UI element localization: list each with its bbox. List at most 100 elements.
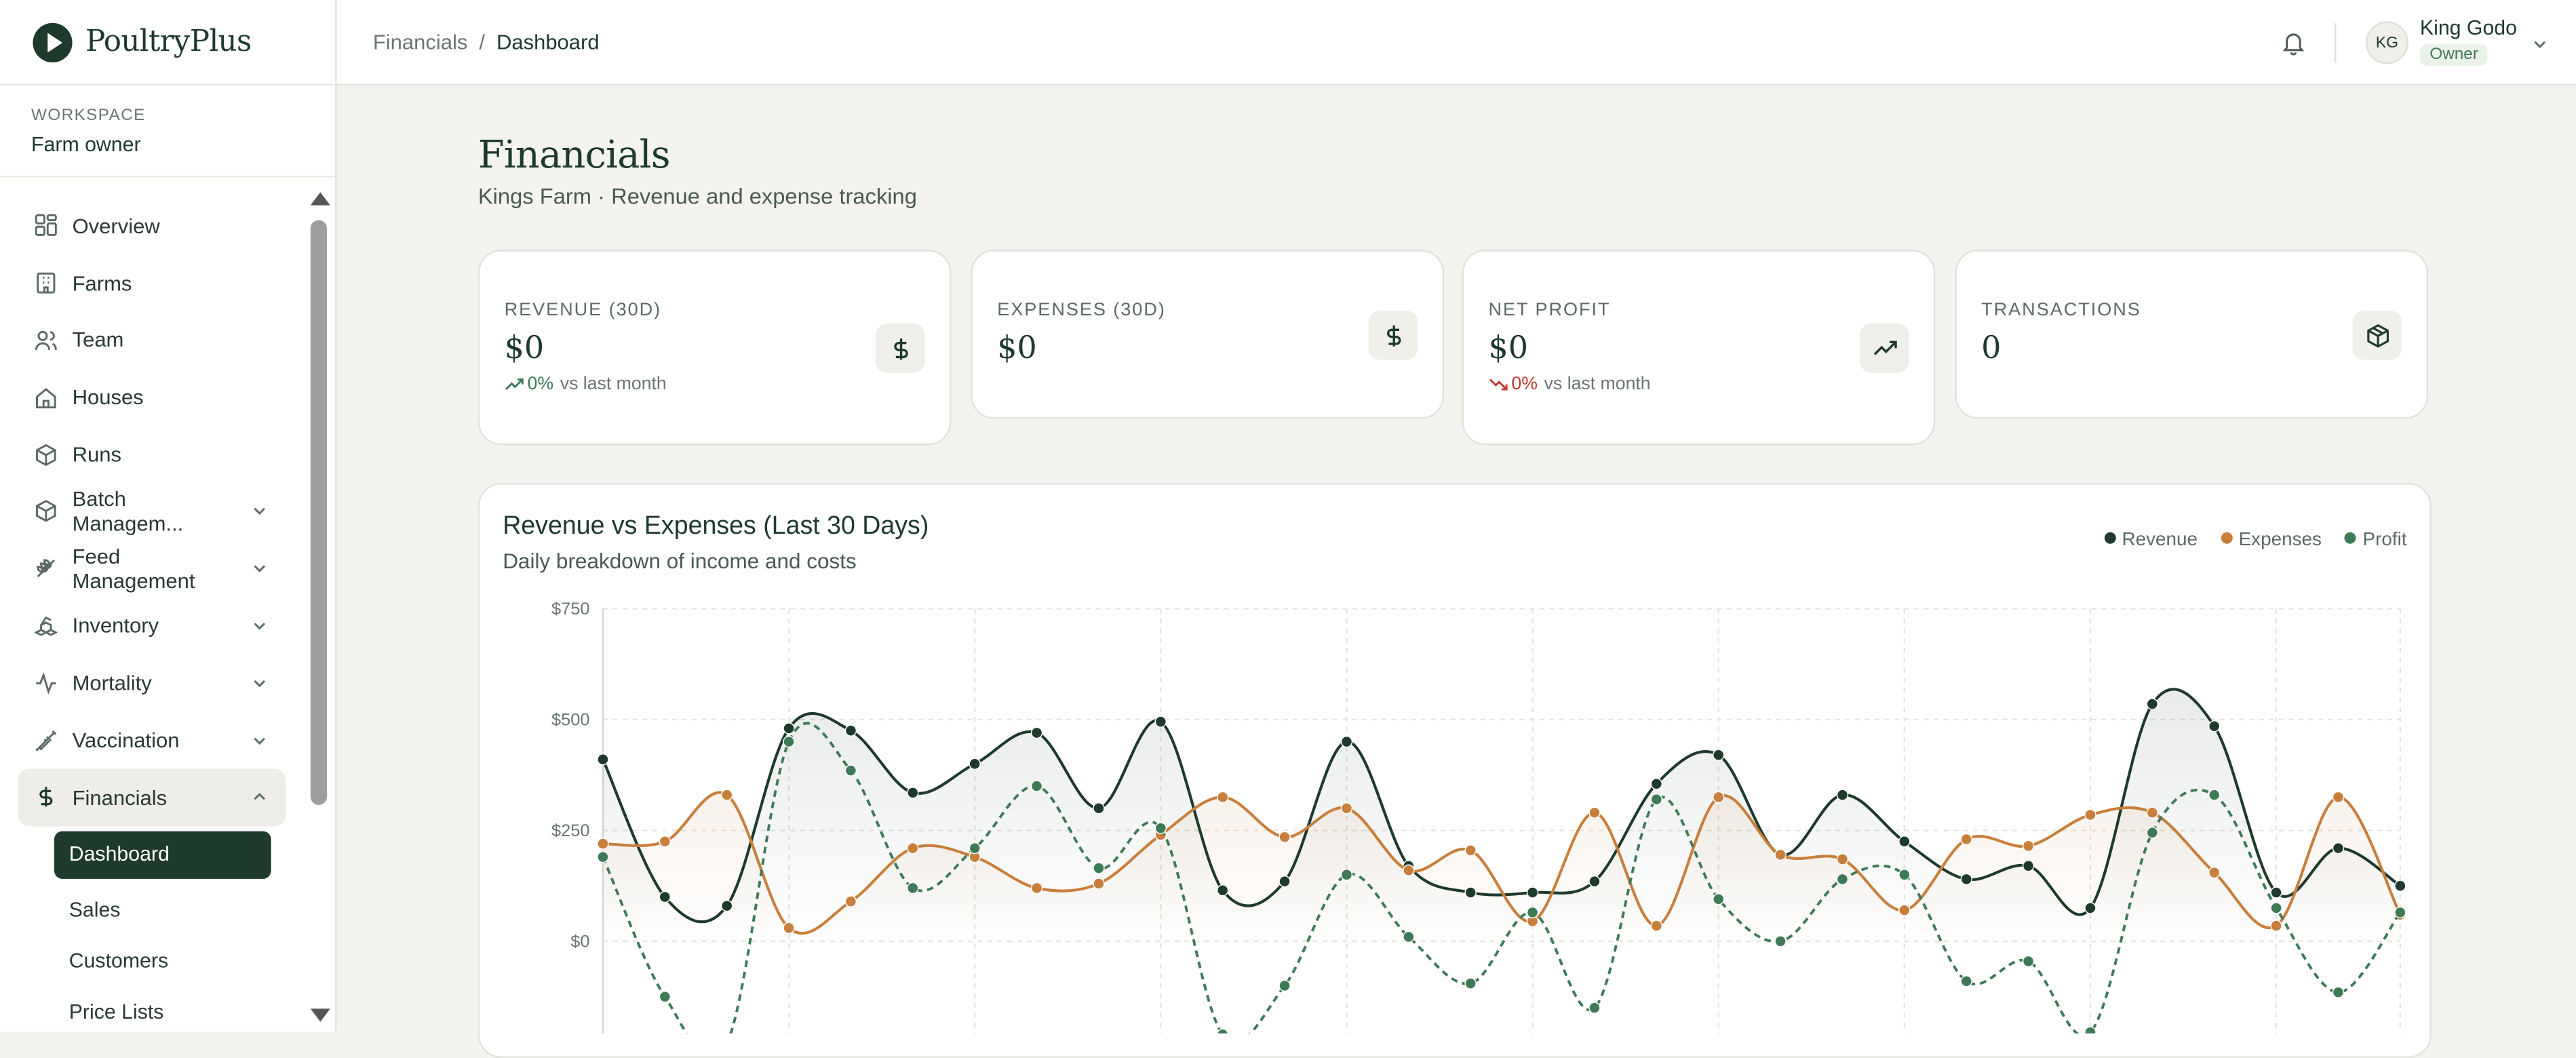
breadcrumb-current: Dashboard — [496, 29, 600, 54]
trending-up-icon — [505, 378, 524, 391]
scroll-down-arrow-icon[interactable] — [310, 1008, 330, 1022]
sidebar-subitem-price-lists[interactable]: Price Lists — [54, 987, 306, 1032]
data-point-revenue — [844, 724, 857, 737]
stat-trend-text: vs last month — [560, 374, 667, 395]
data-point-expenses — [1960, 833, 1972, 846]
sidebar-scrollbar[interactable] — [307, 187, 330, 1032]
data-point-expenses — [1030, 882, 1043, 895]
data-point-revenue — [1650, 778, 1663, 790]
breadcrumb: Financials / Dashboard — [373, 30, 600, 54]
data-point-profit — [1403, 930, 1415, 943]
house-icon — [35, 386, 58, 409]
data-point-profit — [2332, 986, 2345, 998]
data-point-profit — [783, 735, 795, 748]
data-point-revenue — [1836, 789, 1849, 801]
sidebar-subitem-dashboard[interactable]: Dashboard — [54, 831, 271, 879]
data-point-profit — [1526, 906, 1539, 919]
sidebar-item-label: Feed Management — [72, 544, 195, 593]
sidebar-subitem-sales[interactable]: Sales — [54, 885, 306, 936]
workspace-switcher[interactable]: WORKSPACE Farm owner — [0, 85, 336, 178]
sidebar-item-feed-management[interactable]: Feed Management — [0, 540, 306, 597]
data-point-expenses — [1464, 844, 1477, 857]
sidebar-item-runs[interactable]: Runs — [0, 426, 306, 483]
sidebar-item-label: Inventory — [72, 613, 159, 638]
stat-value: $0 — [997, 330, 1037, 367]
users-icon — [35, 328, 58, 351]
data-point-revenue — [1154, 716, 1167, 728]
dollar-icon — [1368, 310, 1418, 360]
dollar-icon — [35, 786, 58, 809]
scroll-up-arrow-icon[interactable] — [310, 192, 330, 205]
data-point-expenses — [907, 842, 919, 855]
data-point-revenue — [1216, 884, 1229, 897]
data-point-revenue — [597, 753, 609, 766]
topbar: Financials / Dashboard KG King Godo Owner — [336, 0, 2576, 85]
data-point-revenue — [1898, 836, 1911, 848]
stat-card-revenue: REVENUE (30D) $0 0% vs last month — [477, 250, 952, 446]
data-point-revenue — [2022, 860, 2035, 872]
breadcrumb-financials[interactable]: Financials — [373, 30, 468, 54]
data-point-expenses — [1774, 848, 1787, 861]
sidebar-subitem-customers[interactable]: Customers — [54, 936, 306, 987]
data-point-revenue — [1464, 886, 1477, 899]
data-point-expenses — [1403, 864, 1415, 877]
sidebar-item-houses[interactable]: Houses — [0, 369, 306, 426]
chevron-down-icon — [254, 737, 266, 745]
sidebar-item-label: Runs — [72, 442, 121, 467]
sidebar-item-financials[interactable]: Financials — [18, 768, 286, 826]
data-point-profit — [1279, 979, 1291, 992]
data-point-revenue — [1960, 873, 1972, 886]
stat-trend: 0% vs last month — [505, 374, 667, 394]
sidebar-item-inventory[interactable]: Inventory — [0, 597, 306, 654]
data-point-profit — [597, 850, 609, 863]
sidebar-item-batch-management[interactable]: Batch Managem... — [0, 483, 306, 540]
data-point-profit — [969, 842, 981, 855]
data-point-revenue — [1588, 875, 1601, 888]
stat-value: $0 — [1488, 330, 1529, 367]
chevron-down-icon — [254, 565, 266, 573]
chevron-down-icon — [254, 623, 266, 630]
stat-label: EXPENSES (30D) — [997, 300, 1166, 321]
sidebar: PoultryPlus WORKSPACE Farm owner Overvie… — [0, 0, 337, 1032]
data-point-expenses — [2270, 920, 2282, 932]
data-point-profit — [1774, 935, 1787, 947]
data-point-profit — [1712, 893, 1725, 905]
box-icon — [35, 500, 58, 523]
y-tick-label: $500 — [551, 710, 590, 729]
data-point-profit — [2146, 826, 2159, 839]
data-point-revenue — [2146, 698, 2159, 710]
user-role-badge: Owner — [2419, 44, 2489, 66]
data-point-expenses — [844, 895, 857, 907]
user-name[interactable]: King Godo — [2420, 16, 2517, 39]
page-title: Financials — [477, 134, 671, 178]
data-point-expenses — [659, 836, 671, 848]
data-point-revenue — [659, 890, 671, 903]
avatar[interactable]: KG — [2365, 21, 2408, 64]
y-tick-label: $0 — [570, 932, 589, 951]
sidebar-item-farms[interactable]: Farms — [0, 254, 306, 311]
bell-icon[interactable] — [2280, 30, 2307, 56]
sidebar-item-team[interactable]: Team — [0, 311, 306, 368]
sidebar-item-label: Houses — [72, 385, 144, 410]
sidebar-item-overview[interactable]: Overview — [0, 197, 306, 254]
revenue-expenses-chart-card: Revenue vs Expenses (Last 30 Days) Daily… — [477, 483, 2433, 1058]
data-point-profit — [1960, 975, 1972, 987]
sidebar-item-mortality[interactable]: Mortality — [0, 654, 306, 711]
brand[interactable]: PoultryPlus — [0, 0, 336, 85]
chevron-down-icon[interactable] — [2532, 36, 2548, 52]
data-point-revenue — [1093, 802, 1105, 815]
data-point-expenses — [1216, 791, 1229, 804]
data-point-revenue — [1279, 875, 1291, 888]
data-point-expenses — [1093, 878, 1105, 890]
data-point-revenue — [783, 722, 795, 734]
sidebar-item-vaccination[interactable]: Vaccination — [0, 711, 306, 768]
data-point-expenses — [2146, 806, 2159, 819]
scrollbar-thumb[interactable] — [310, 220, 328, 805]
box-icon — [35, 443, 58, 466]
data-point-revenue — [907, 787, 919, 799]
data-point-expenses — [597, 838, 609, 850]
data-point-revenue — [1030, 726, 1043, 739]
stat-trend-pct: 0% — [1511, 374, 1538, 395]
line-chart[interactable]: $750 $500 $250 $0 — [480, 485, 2433, 1034]
data-point-revenue — [2332, 842, 2345, 855]
